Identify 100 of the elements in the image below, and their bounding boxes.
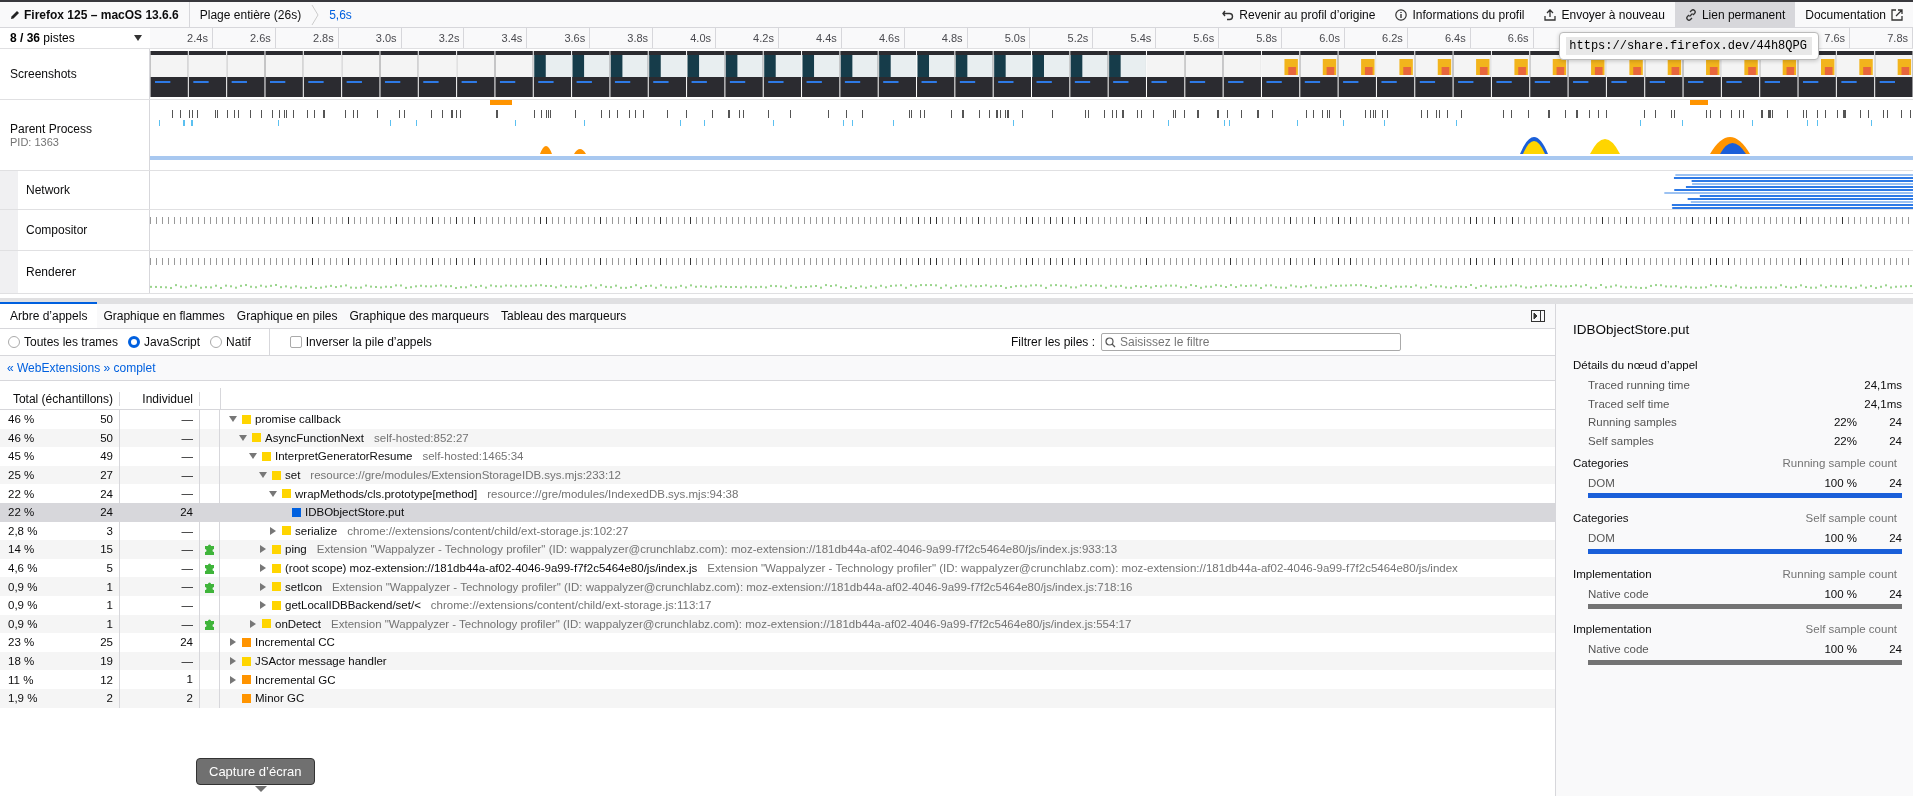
screenshot-thumbnail[interactable] <box>227 51 265 97</box>
expanded-triangle-icon[interactable] <box>238 433 248 442</box>
expanded-triangle-icon[interactable] <box>248 452 258 461</box>
screenshot-thumbnail[interactable] <box>380 51 418 97</box>
collapsed-triangle-icon[interactable] <box>248 619 258 628</box>
toolbar-button[interactable]: Informations du profil <box>1385 2 1535 28</box>
sidebar-toggle-icon[interactable] <box>1531 310 1545 322</box>
screenshot-thumbnail[interactable] <box>1453 51 1491 97</box>
screenshot-thumbnail[interactable] <box>1185 51 1223 97</box>
call-tree-row[interactable]: 0,9 % 1 — onDetect Extension "Wappalyzer - Technology profiler" (ID: wappalyzer@crunchlabz.com): moz-extension://181db44a-af02-4046-9a99-f7f2c5464e80/js/index.js:554:17 <box>0 614 1555 634</box>
screenshot-thumbnail[interactable] <box>1875 51 1913 97</box>
breadcrumb[interactable]: Firefox 125 – macOS 13.6.6 <box>0 2 190 27</box>
permalink-field[interactable]: https://share.firefox.dev/44h8QPG <box>1566 37 1813 55</box>
screenshot-thumbnail[interactable] <box>1491 51 1530 97</box>
screenshot-thumbnail[interactable] <box>150 51 188 97</box>
frame-radio[interactable]: Toutes les trames <box>8 335 123 349</box>
collapsed-triangle-icon[interactable] <box>258 564 268 573</box>
track-name[interactable]: Compositor <box>26 223 149 237</box>
frame-radio[interactable]: JavaScript <box>128 335 205 349</box>
track-name[interactable]: Renderer <box>26 265 149 279</box>
panel-tab[interactable]: Tableau des marqueurs <box>494 302 633 328</box>
call-tree-row[interactable]: 1,9 % 2 2 Minor GC <box>0 688 1555 708</box>
marker-bar[interactable] <box>490 100 512 105</box>
transform-link[interactable]: « WebExtensions » complet <box>7 361 156 375</box>
column-header[interactable]: Total (échantillons) <box>0 391 120 406</box>
toolbar-button[interactable]: Documentation <box>1795 2 1913 28</box>
screenshot-thumbnail[interactable] <box>1530 51 1568 97</box>
expanded-triangle-icon[interactable] <box>228 415 238 424</box>
track-name[interactable]: Screenshots <box>10 67 149 81</box>
track-selector[interactable]: 8 / 36 pistes <box>0 28 150 48</box>
screenshot-thumbnail[interactable] <box>418 51 457 97</box>
call-tree-row[interactable]: 25 % 27 — set resource://gre/modules/ExtensionStorageIDB.sys.mjs:233:12 <box>0 465 1555 485</box>
screenshot-thumbnail[interactable] <box>840 51 878 97</box>
toolbar-button[interactable]: Lien permanent <box>1674 2 1796 28</box>
toolbar-button[interactable]: Revenir au profil d’origine <box>1212 2 1386 28</box>
screenshot-thumbnail[interactable] <box>1070 51 1108 97</box>
radio-circle[interactable] <box>210 336 223 348</box>
screenshot-thumbnail[interactable] <box>188 51 227 97</box>
call-tree-row[interactable]: 46 % 50 — AsyncFunctionNext self-hosted:852:27 <box>0 428 1555 448</box>
screenshot-thumbnail[interactable] <box>1032 51 1070 97</box>
invert-checkbox[interactable]: Inverser la pile d’appels <box>283 334 438 350</box>
screenshot-thumbnail[interactable] <box>1415 51 1453 97</box>
screenshot-thumbnail[interactable] <box>572 51 610 97</box>
radio-circle[interactable] <box>8 336 20 348</box>
call-tree-row[interactable]: 0,9 % 1 — getLocalIDBBackend/set/< chrome://extensions/content/child/ext-storage.js:113:17 <box>0 595 1555 615</box>
collapsed-triangle-icon[interactable] <box>228 675 238 684</box>
search-field[interactable]: Saisissez le filtre <box>1101 333 1401 351</box>
screenshot-thumbnail[interactable] <box>993 51 1031 97</box>
expanded-triangle-icon[interactable] <box>268 489 278 498</box>
screenshot-thumbnail[interactable] <box>533 51 572 97</box>
collapsed-triangle-icon[interactable] <box>258 582 268 591</box>
screenshot-thumbnail[interactable] <box>1300 51 1338 97</box>
screenshot-thumbnail[interactable] <box>1108 51 1146 97</box>
screenshot-thumbnail[interactable] <box>303 51 342 97</box>
call-tree-row[interactable]: 11 % 12 1 Incremental GC <box>0 670 1555 689</box>
toolbar-button[interactable]: Envoyer à nouveau <box>1534 2 1675 28</box>
call-tree-row[interactable]: 0,9 % 1 — setIcon Extension "Wappalyzer - Technology profiler" (ID: wappalyzer@crunchlabz.com): moz-extension://181db44a-af02-4046-9a99-f7f2c5464e80/js/index.js:718:16 <box>0 577 1555 596</box>
call-tree-row[interactable]: 22 % 24 24 IDBObjectStore.put <box>0 502 1555 522</box>
collapsed-triangle-icon[interactable] <box>258 601 268 610</box>
screenshot-thumbnail[interactable] <box>1376 51 1415 97</box>
screenshot-thumbnail[interactable] <box>763 51 802 97</box>
screenshot-thumbnail[interactable] <box>457 51 495 97</box>
radio-circle[interactable] <box>128 336 141 348</box>
collapsed-triangle-icon[interactable] <box>228 657 238 665</box>
screenshot-thumbnail[interactable] <box>878 51 916 97</box>
breadcrumb[interactable]: 5,6s <box>319 2 362 27</box>
panel-tab[interactable]: Graphique des marqueurs <box>343 302 495 328</box>
screenshot-thumbnail[interactable] <box>687 51 725 97</box>
panel-tab[interactable]: Arbre d’appels <box>0 302 98 328</box>
screenshot-thumbnail[interactable] <box>802 51 840 97</box>
screenshot-thumbnail[interactable] <box>610 51 648 97</box>
checkbox-square[interactable] <box>289 336 302 348</box>
expanded-triangle-icon[interactable] <box>258 471 268 480</box>
collapsed-triangle-icon[interactable] <box>268 526 278 535</box>
screenshot-thumbnail[interactable] <box>342 51 380 97</box>
collapsed-triangle-icon[interactable] <box>258 545 268 554</box>
call-tree-row[interactable]: 46 % 50 — promise callback <box>0 410 1555 429</box>
breadcrumb[interactable]: Plage entière (26s) <box>189 2 312 27</box>
screenshot-thumbnail[interactable] <box>1338 51 1376 97</box>
screenshot-thumbnail[interactable] <box>955 51 993 97</box>
call-tree-row[interactable]: 22 % 24 — wrapMethods/cls.prototype[method] resource://gre/modules/IndexedDB.sys.mjs:94:38 <box>0 484 1555 503</box>
collapsed-triangle-icon[interactable] <box>228 638 238 647</box>
call-tree-row[interactable]: 45 % 49 — InterpretGeneratorResume self-hosted:1465:34 <box>0 447 1555 466</box>
frame-radio[interactable]: Natif <box>210 335 255 349</box>
screenshot-thumbnail[interactable] <box>265 51 303 97</box>
screenshot-thumbnail[interactable] <box>917 51 955 97</box>
screenshot-thumbnail[interactable] <box>725 51 763 97</box>
screenshot-thumbnail[interactable] <box>495 51 533 97</box>
screenshot-thumbnail[interactable] <box>1836 51 1875 97</box>
panel-tab[interactable]: Graphique en flammes <box>97 302 231 328</box>
screenshot-thumbnail[interactable] <box>1223 51 1261 97</box>
call-tree-row[interactable]: 14 % 15 — ping Extension "Wappalyzer - Technology profiler" (ID: wappalyzer@crunchlabz.com): moz-extension://181db44a-af02-4046-9a99-f7f2c5464e80/js/index.js:933:13 <box>0 540 1555 559</box>
screenshot-thumbnail[interactable] <box>1261 51 1300 97</box>
screenshot-thumbnail[interactable] <box>648 51 687 97</box>
screenshot-thumbnail[interactable] <box>1147 51 1185 97</box>
panel-tab[interactable]: Graphique en piles <box>230 302 344 328</box>
track-name[interactable]: Network <box>26 183 149 197</box>
track-name[interactable]: Parent Process <box>10 122 149 136</box>
call-tree-row[interactable]: 18 % 19 — JSActor message handler <box>0 651 1555 671</box>
column-header[interactable]: Individuel <box>120 391 200 406</box>
